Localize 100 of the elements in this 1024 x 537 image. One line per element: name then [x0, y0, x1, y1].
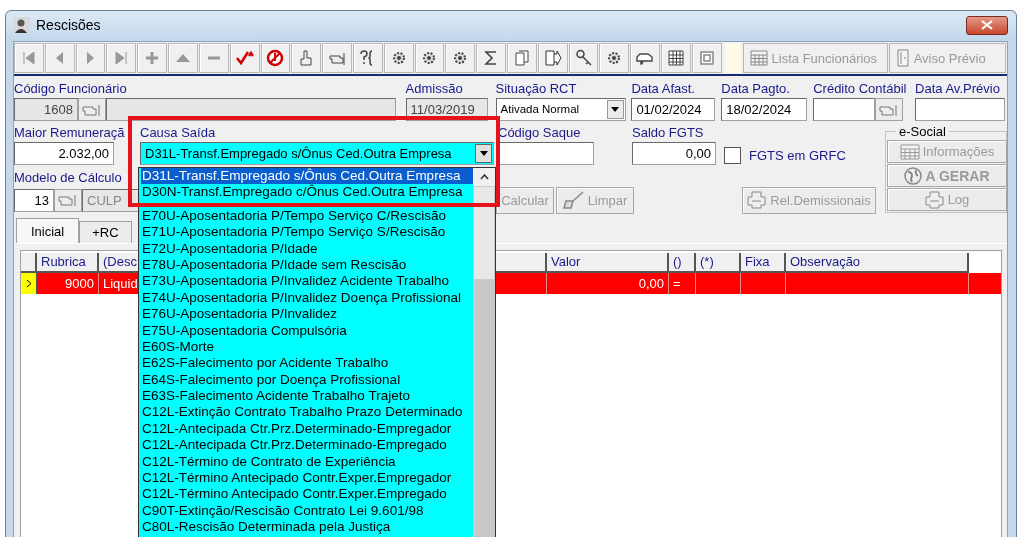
checkbox-label: FGTS em GRFC: [749, 148, 846, 163]
column-header: Rubrica: [37, 253, 99, 273]
table-cell: 0,00: [547, 273, 669, 294]
toolbar-separator: [724, 43, 741, 73]
previous-icon: [55, 51, 65, 65]
row-pointer-icon: [25, 279, 32, 288]
cancel-icon: [266, 49, 285, 67]
field-label: Causa Saída: [140, 124, 217, 142]
field-label: Modelo de Cálculo: [14, 170, 122, 185]
toolbar-button[interactable]: [383, 43, 414, 73]
document-arrow-icon: [543, 49, 562, 67]
dropdown-arrow-icon: [479, 151, 488, 156]
calculator-icon: [666, 49, 685, 67]
checkmark-icon: [235, 49, 254, 67]
credit-field[interactable]: [813, 98, 876, 121]
scroll-thumb[interactable]: [473, 186, 495, 280]
dropdown-option[interactable]: E78U-Aposentadoria P/Idade sem Rescisão: [141, 256, 473, 274]
dropdown-option[interactable]: E73U-Aposentadoria P/Invalidez Acidente Trabalho: [141, 273, 473, 290]
calendar-icon: [749, 50, 768, 66]
toolbar-button[interactable]: [476, 43, 506, 73]
dropdown-option[interactable]: C12L-Término Antecipado Contr.Exper.Empregador: [141, 470, 473, 487]
dropdown-option[interactable]: E62S-Falecimento por Acidente Trabalho: [141, 355, 473, 372]
column-header: (): [669, 253, 696, 273]
checkbox[interactable]: [724, 147, 741, 164]
key-icon: [574, 49, 593, 67]
column-header: Valor: [547, 253, 669, 273]
dropdown-option[interactable]: D30N-Transf.Empregado c/Ônus Ced.Outra Empresa: [141, 184, 473, 201]
model-code-field[interactable]: 13: [14, 188, 54, 212]
scroll-up-button[interactable]: [473, 168, 495, 186]
table-cell: 9000: [37, 273, 99, 294]
door-icon: [895, 49, 910, 67]
notice-date-field[interactable]: [915, 98, 1006, 121]
toolbar-button[interactable]: [599, 43, 630, 73]
tab[interactable]: +RC: [79, 221, 132, 243]
group-title: e-Social: [896, 124, 949, 139]
dropdown-option[interactable]: E64S-Falecimento por Doença Profissional: [141, 371, 473, 389]
add-icon: [145, 51, 160, 65]
dropdown-option[interactable]: C12L-Antecipada Ctr.Prz.Determinado-Empregador: [141, 420, 473, 438]
dropdown-option[interactable]: C12L-Término de Contrato de Experiência: [141, 453, 473, 471]
status-select[interactable]: Ativada Normal: [495, 98, 626, 121]
column-header: (*): [696, 253, 741, 273]
field-label: Situação RCT: [495, 80, 578, 98]
printer-icon: [924, 190, 945, 209]
dropdown-option[interactable]: E75U-Aposentadoria Compulsória: [141, 322, 473, 339]
dropdown-option[interactable]: E76U-Aposentadoria P/Invalidez: [141, 306, 473, 323]
column-header: Fixa: [741, 253, 786, 273]
close-icon: [981, 20, 993, 30]
dropdown-option[interactable]: D31L-Transf.Empregado s/Ônus Ced.Outra Empresa: [141, 168, 473, 185]
globe-icon: [904, 166, 923, 185]
header-cell: [21, 253, 37, 273]
field-label: Crédito Contábil: [813, 80, 908, 98]
field-label: Código Saque: [498, 124, 582, 142]
window-title: Rescisões: [36, 17, 101, 33]
scrollbar[interactable]: [473, 168, 495, 537]
toolbar-button[interactable]: [445, 43, 476, 73]
payment-date-field[interactable]: 18/02/2024: [721, 98, 808, 121]
caret-up-icon: [479, 174, 489, 180]
toolbar-button[interactable]: [414, 43, 445, 73]
dropdown-option[interactable]: C90T-Extinção/Rescisão Contrato Lei 9.601/98: [141, 502, 473, 520]
tab[interactable]: Inicial: [16, 218, 80, 243]
toolbar-button[interactable]: [537, 43, 568, 73]
field-label: Data Afast.: [631, 80, 696, 98]
toolbar-button[interactable]: [568, 43, 599, 73]
calendar-icon: [899, 143, 920, 160]
toolbar-button[interactable]: [260, 43, 291, 73]
table-cell: =: [669, 273, 696, 294]
field-label: Admissão: [405, 80, 464, 98]
employee-code-field[interactable]: 1608: [14, 98, 78, 121]
pointing-hand-icon: [58, 193, 78, 207]
printer-icon: [747, 191, 768, 209]
dropdown-option[interactable]: C12L-Antecipada Ctr.Prz.Determinado-Empregado: [141, 437, 473, 454]
dropdown-option[interactable]: E70U-Aposentadoria P/Tempo Serviço C/Rescisão: [141, 207, 473, 225]
field-label: Data Pagto.: [721, 80, 791, 98]
leave-date-field[interactable]: 01/02/2024: [631, 98, 716, 121]
field-label: Data Av.Prévio: [915, 80, 1001, 98]
toolbar-button[interactable]: [352, 43, 383, 73]
field-label: Saldo FGTS: [632, 124, 705, 142]
dropdown-option[interactable]: E71U-Aposentadoria P/Tempo Serviço S/Rescisão: [141, 224, 473, 241]
dropdown-option[interactable]: C12L-Extinção Contrato Trabalho Prazo Determinado: [141, 404, 473, 421]
salary-field[interactable]: 2.032,00: [14, 142, 114, 165]
field-label: Código Funcionário: [14, 80, 128, 98]
up-arrow-icon: [174, 53, 191, 63]
toolbar-button[interactable]: [630, 43, 661, 73]
person-icon: [14, 17, 30, 33]
withdrawal-code-field[interactable]: [498, 142, 594, 165]
close-button[interactable]: [966, 15, 1008, 35]
exit-cause-select[interactable]: D31L-Transf.Empregado s/Ônus Ced.Outra Empresa: [140, 142, 494, 165]
pointing-hand-icon: [879, 102, 900, 117]
fgts-balance-field[interactable]: 0,00: [632, 142, 716, 165]
dropdown-option[interactable]: E60S-Morte: [141, 338, 473, 356]
dropdown-option[interactable]: C80L-Rescisão Determinada pela Justiça: [141, 519, 473, 536]
dropdown-option[interactable]: C12L-Término Antecipado Contr.Exper.Empregado: [141, 486, 473, 503]
document-icon: [512, 49, 531, 67]
toolbar-button[interactable]: [229, 43, 260, 73]
pointing-hand-icon: [82, 102, 102, 117]
minus-icon: [206, 56, 221, 60]
broom-icon: [562, 191, 585, 209]
next-icon: [86, 51, 96, 65]
toolbar-button[interactable]: [661, 43, 691, 73]
dropdown-option[interactable]: E63S-Falecimento Acidente Trabalho Trajeto: [141, 388, 473, 405]
